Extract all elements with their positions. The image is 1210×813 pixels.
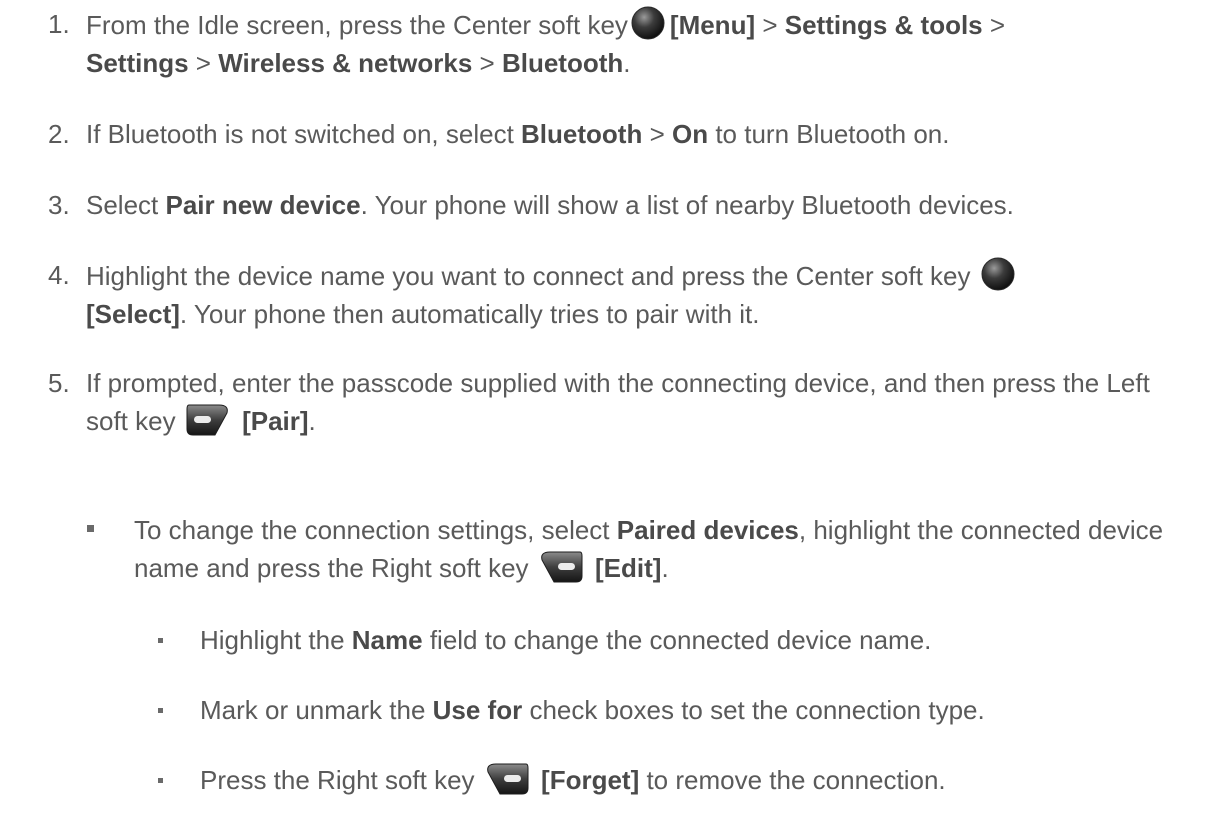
right-soft-key-icon [486,763,529,795]
sub-bullet-text: Highlight the Name field to change the c… [200,625,932,655]
step-number: 3. [48,190,70,220]
step-text: If prompted, enter the passcode supplied… [86,368,1150,436]
sub-bullet-marker [158,638,163,643]
sub-bullet-item: Press the Right soft key [Forget] to rem… [158,761,1198,799]
center-soft-key-icon [631,6,665,40]
step-number: 2. [48,119,70,149]
instructions-document: 1. From the Idle screen, press the Cente… [0,0,1210,813]
bullet-text: To change the connection settings, selec… [134,515,1164,583]
step-text: If Bluetooth is not switched on, select … [86,119,950,149]
right-soft-key-icon [540,551,583,583]
step-number: 1. [48,9,70,39]
bullet-marker [87,525,94,532]
sub-bullet-item: Highlight the Name field to change the c… [158,621,1198,659]
left-soft-key-icon [186,404,228,436]
sub-bullet-text: Mark or unmark the Use for check boxes t… [200,695,985,725]
sub-bullet-marker [158,708,163,713]
step-text: From the Idle screen, press the Center s… [86,5,1198,82]
step-3: 3. Select Pair new device. Your phone wi… [48,186,1198,224]
step-text: Highlight the device name you want to co… [86,256,1198,333]
sub-bullet-item: Mark or unmark the Use for check boxes t… [158,691,1198,729]
step-5: 5. If prompted, enter the passcode suppl… [48,364,1198,440]
step-2: 2. If Bluetooth is not switched on, sele… [48,115,1198,153]
step-1: 1. From the Idle screen, press the Cente… [48,5,1198,82]
center-soft-key-icon [981,257,1015,291]
step-number: 5. [48,368,70,398]
bullet-item: To change the connection settings, selec… [87,511,1197,587]
step-text: Select Pair new device. Your phone will … [86,190,1014,220]
sub-bullet-marker [158,778,163,783]
step-4: 4. Highlight the device name you want to… [48,256,1198,333]
sub-bullet-text: Press the Right soft key [Forget] to rem… [200,761,1198,799]
step-number: 4. [48,260,70,290]
